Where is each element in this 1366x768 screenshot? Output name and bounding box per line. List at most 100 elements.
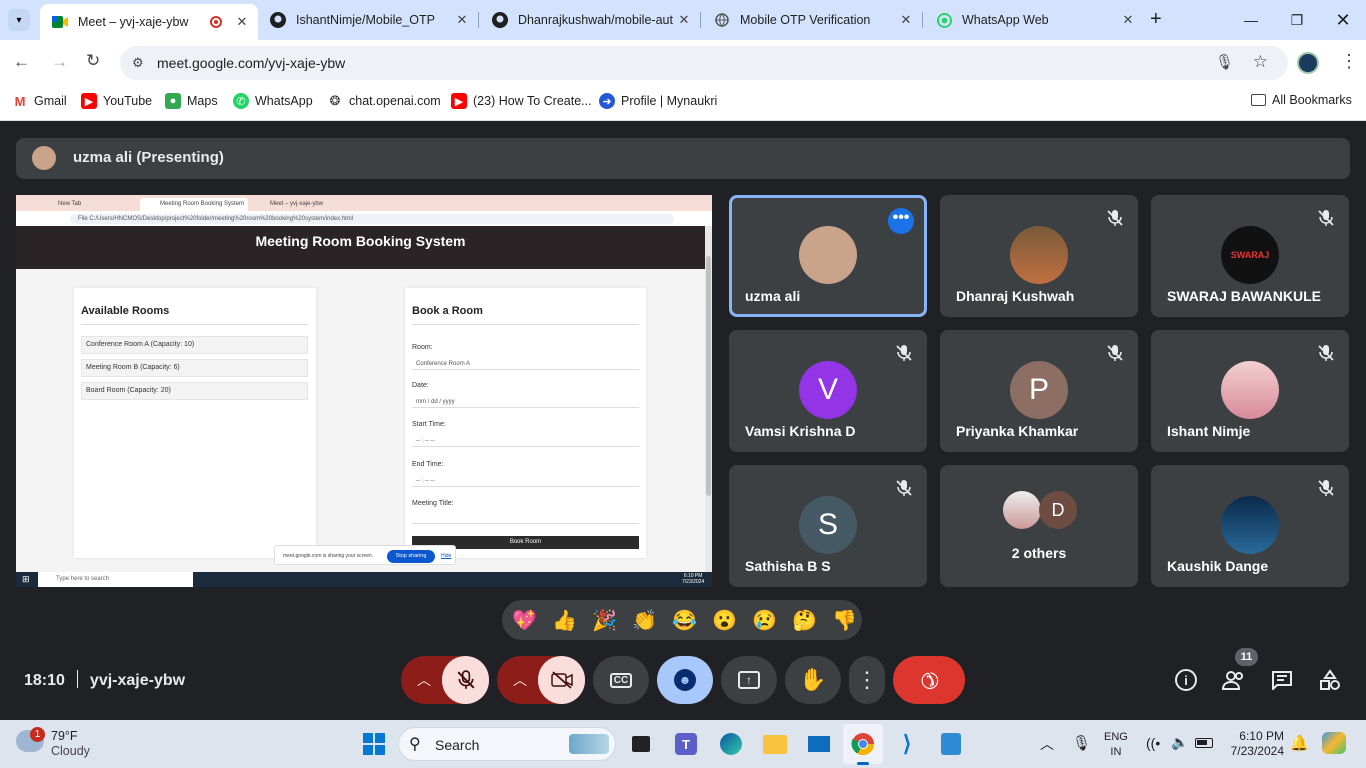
- close-icon[interactable]: ✕: [896, 12, 916, 28]
- bookmark-whatsapp[interactable]: ✆ WhatsApp: [233, 93, 313, 109]
- present-button[interactable]: ↑: [721, 656, 777, 704]
- tab-title: Dhanrajkushwah/mobile-aut: [518, 13, 673, 27]
- address-bar[interactable]: ⚙ meet.google.com/yvj-xaje-ybw 🎙 ☆: [120, 46, 1288, 80]
- participant-tile[interactable]: P Priyanka Khamkar: [940, 330, 1138, 452]
- teams-icon[interactable]: T: [674, 732, 698, 756]
- participant-tile[interactable]: Dhanraj Kushwah: [940, 195, 1138, 317]
- reactions-button[interactable]: ☻: [657, 656, 713, 704]
- site-info-icon[interactable]: ⚙: [132, 55, 144, 71]
- star-icon[interactable]: ☆: [1253, 52, 1268, 72]
- notepad-icon[interactable]: [939, 732, 963, 756]
- windows-icon: ⊞: [22, 574, 30, 584]
- reload-icon[interactable]: ↻: [86, 51, 100, 71]
- people-icon[interactable]: [1220, 666, 1248, 694]
- mic-off-button[interactable]: [442, 656, 489, 704]
- close-icon[interactable]: ✕: [232, 14, 252, 30]
- reaction-sad[interactable]: 😢: [752, 608, 777, 633]
- vscode-icon[interactable]: ⟩: [895, 731, 919, 756]
- clock[interactable]: 6:10 PM 7/23/2024: [1226, 729, 1284, 759]
- volume-icon[interactable]: 🔈: [1171, 734, 1188, 751]
- bookmark-maps[interactable]: ● Maps: [165, 93, 218, 109]
- menu-icon[interactable]: ⋮: [1340, 51, 1358, 72]
- close-icon[interactable]: ✕: [1118, 12, 1138, 28]
- forward-icon[interactable]: →: [51, 52, 68, 72]
- participant-tile[interactable]: Ishant Nimje: [1151, 330, 1349, 452]
- start-icon[interactable]: [362, 732, 386, 756]
- captions-button[interactable]: CC: [593, 656, 649, 704]
- reaction-thumbs-down[interactable]: 👎: [832, 608, 857, 633]
- reaction-surprised[interactable]: 😮: [712, 608, 737, 633]
- room-item: Conference Room A (Capacity: 10): [81, 336, 308, 354]
- edge-icon[interactable]: [719, 732, 743, 756]
- mic-off-icon: [1318, 480, 1334, 496]
- camera-options-chevron-icon[interactable]: ︿: [513, 670, 527, 690]
- tab-title: WhatsApp Web: [962, 13, 1049, 27]
- bookmark-mynaukri[interactable]: ➜ Profile | Mynaukri: [599, 93, 717, 109]
- participant-tile[interactable]: S Sathisha B S: [729, 465, 927, 587]
- participant-tile[interactable]: V Vamsi Krishna D: [729, 330, 927, 452]
- tab-otp[interactable]: Mobile OTP Verification ✕: [702, 0, 922, 40]
- tab-whatsapp[interactable]: WhatsApp Web ✕: [924, 0, 1144, 40]
- meeting-details-icon[interactable]: i: [1172, 666, 1200, 694]
- notification-bell-icon[interactable]: 🔔: [1290, 734, 1309, 752]
- maximize-icon[interactable]: ❐: [1274, 0, 1320, 40]
- microphone-icon[interactable]: 🎙: [1072, 734, 1091, 752]
- camera-off-button[interactable]: [538, 656, 585, 704]
- url-text[interactable]: meet.google.com/yvj-xaje-ybw: [157, 55, 345, 71]
- bookmark-youtube-video[interactable]: ▶ (23) How To Create...: [451, 93, 592, 109]
- wifi-icon[interactable]: ((•: [1146, 735, 1160, 751]
- minimize-icon[interactable]: —: [1228, 0, 1274, 40]
- reaction-party[interactable]: 🎉: [592, 608, 617, 633]
- tab-search-icon[interactable]: ▾: [8, 9, 30, 31]
- reaction-heart[interactable]: 💖: [512, 608, 537, 633]
- taskbar-search[interactable]: ⚲ Search: [398, 727, 616, 761]
- tab-meet[interactable]: Meet – yvj-xaje-ybw ✕: [40, 4, 258, 40]
- browser-tab-strip: ▾ Meet – yvj-xaje-ybw ✕ IshantNimje/Mobi…: [0, 0, 1366, 40]
- back-icon[interactable]: ←: [13, 52, 30, 72]
- activities-icon[interactable]: [1316, 666, 1344, 694]
- more-options-icon[interactable]: •••: [888, 208, 914, 234]
- weather-badge: 1: [30, 727, 45, 742]
- close-icon[interactable]: ✕: [674, 12, 694, 28]
- room-item: Board Room (Capacity: 20): [81, 382, 308, 400]
- meeting-title-field: [412, 512, 639, 524]
- reaction-thinking[interactable]: 🤔: [792, 608, 817, 633]
- all-bookmarks[interactable]: All Bookmarks: [1251, 93, 1352, 107]
- new-tab-icon[interactable]: +: [1150, 8, 1162, 31]
- shared-search: Type here to search: [38, 572, 193, 587]
- battery-icon[interactable]: [1195, 738, 1213, 748]
- bookmark-chatgpt[interactable]: ❂ chat.openai.com: [327, 93, 441, 109]
- microphone-icon[interactable]: 🎙: [1215, 53, 1234, 71]
- file-explorer-icon[interactable]: [763, 732, 787, 756]
- mail-icon[interactable]: [807, 732, 831, 756]
- raise-hand-button[interactable]: ✋: [785, 656, 841, 704]
- leave-call-button[interactable]: ✆: [893, 656, 965, 704]
- tab-github-dhanraj[interactable]: Dhanrajkushwah/mobile-aut ✕: [480, 0, 700, 40]
- gmail-icon: M: [14, 93, 26, 109]
- window-close-icon[interactable]: ✕: [1320, 0, 1366, 40]
- chevron-up-icon[interactable]: ︿: [1040, 734, 1054, 754]
- participant-tile[interactable]: SWARAJ SWARAJ BAWANKULE: [1151, 195, 1349, 317]
- close-icon[interactable]: ✕: [452, 12, 472, 28]
- profile-avatar[interactable]: [1297, 52, 1319, 74]
- language-indicator[interactable]: ENG IN: [1104, 730, 1128, 760]
- others-tile[interactable]: D 2 others: [940, 465, 1138, 587]
- chat-icon[interactable]: [1268, 666, 1296, 694]
- chrome-icon[interactable]: [851, 732, 875, 756]
- task-view-icon[interactable]: [629, 732, 653, 756]
- presenting-bar: uzma ali (Presenting): [16, 138, 1350, 179]
- more-options-button[interactable]: ⋮: [849, 656, 885, 704]
- participant-tile[interactable]: Kaushik Dange: [1151, 465, 1349, 587]
- bookmark-gmail[interactable]: M Gmail: [12, 93, 67, 109]
- weather-widget[interactable]: 79°F Cloudy: [51, 729, 90, 759]
- bookmark-youtube[interactable]: ▶ YouTube: [81, 93, 152, 109]
- mic-options-chevron-icon[interactable]: ︿: [417, 670, 431, 690]
- reaction-clap[interactable]: 👏: [632, 608, 657, 633]
- tab-github-ishant[interactable]: IshantNimje/Mobile_OTP ✕: [258, 0, 478, 40]
- reaction-thumbs-up[interactable]: 👍: [552, 608, 577, 633]
- copilot-icon[interactable]: [1322, 732, 1346, 754]
- tab-divider: [478, 12, 479, 28]
- participant-tile[interactable]: ••• uzma ali: [729, 195, 927, 317]
- avatar: [32, 146, 56, 170]
- reaction-laugh[interactable]: 😂: [672, 608, 697, 633]
